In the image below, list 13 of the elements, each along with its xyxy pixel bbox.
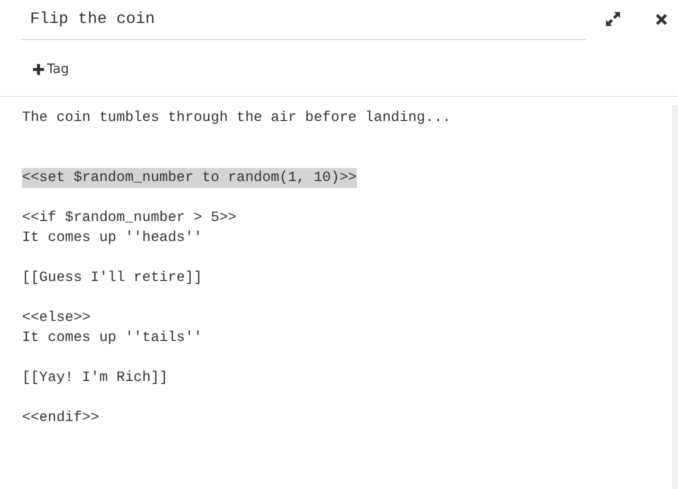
close-icon[interactable] — [653, 11, 669, 27]
code-line: [[Guess I'll retire]] — [22, 269, 202, 288]
code-line: <<if $random_number > 5>> — [22, 209, 236, 228]
code-line: [[Yay! I'm Rich]] — [22, 369, 168, 388]
plus-icon — [33, 64, 44, 75]
code-line: It comes up ''tails'' — [22, 329, 202, 348]
code-line: The coin tumbles through the air before landing... — [22, 109, 451, 128]
title-field[interactable]: Flip the coin — [21, 0, 586, 40]
expand-icon[interactable] — [605, 11, 621, 27]
code-line: <<endif>> — [22, 409, 100, 428]
code-line: It comes up ''heads'' — [22, 229, 202, 248]
code-line: <<else>> — [22, 309, 91, 328]
add-tag-button[interactable]: Tag — [33, 60, 70, 79]
